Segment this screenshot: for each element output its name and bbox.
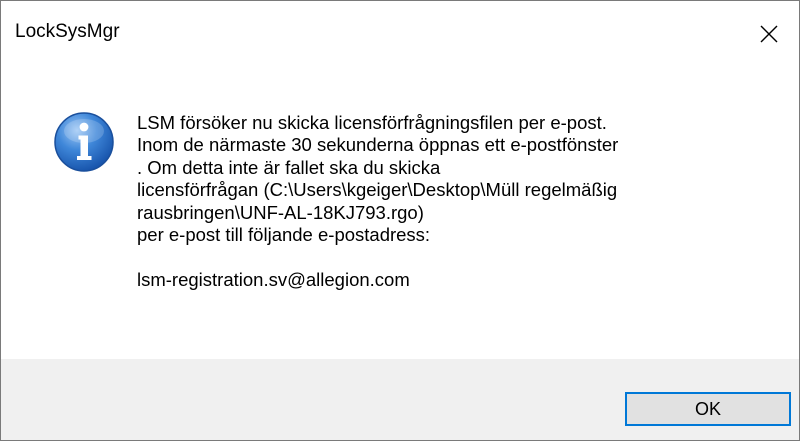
message-line: rausbringen\UNF-AL-18KJ793.rgo) <box>137 201 424 223</box>
ok-button-label: OK <box>694 398 721 419</box>
window-title: LockSysMgr <box>15 21 120 42</box>
message-line: LSM försöker nu skicka licensförfrågning… <box>137 112 607 133</box>
message-line: Inom de närmaste 30 sekunderna öppnas et… <box>137 134 619 156</box>
button-bar: OK <box>1 359 799 440</box>
title-bar: LockSysMgr <box>1 1 799 69</box>
dialog-body: LSM försöker nu skicka licensförfrågning… <box>1 69 799 359</box>
message-line: . Om detta inte är fallet ska du skicka <box>137 156 441 178</box>
message-dialog: LockSysMgr LSM försöker nu skicka licens… <box>0 0 800 441</box>
close-icon <box>760 25 778 43</box>
ok-button[interactable]: OK <box>625 392 791 426</box>
message-line: licensförfrågan (C:\Users\kgeiger\Deskto… <box>137 179 618 201</box>
close-button[interactable] <box>739 1 799 67</box>
dialog-message: LSM försöker nu skicka licensförfrågning… <box>137 112 777 291</box>
message-line: per e-post till följande e-postadress: <box>137 224 431 246</box>
info-icon <box>54 112 114 172</box>
email-address: lsm-registration.sv@allegion.com <box>137 268 410 290</box>
